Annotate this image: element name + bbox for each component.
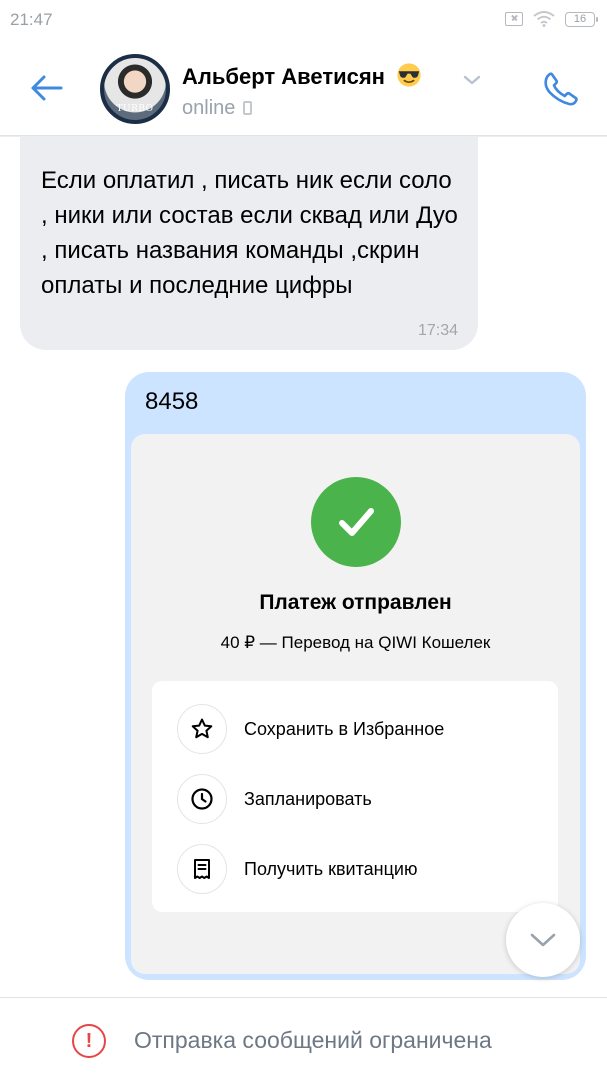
chat-header: TURBO Альберт Аветисян online: [0, 40, 607, 136]
action-label: Получить квитанцию: [244, 858, 418, 879]
back-button[interactable]: [24, 66, 68, 110]
contact-name[interactable]: Альберт Аветисян: [182, 62, 423, 90]
schedule-action: Запланировать: [152, 769, 558, 829]
restricted-notice: Отправка сообщений ограничена: [134, 1027, 492, 1053]
arrow-left-icon: [31, 75, 63, 101]
chat-history[interactable]: Если оплатил , писать ник если соло , ни…: [0, 137, 607, 997]
contact-name-text: Альберт Аветисян: [182, 64, 385, 89]
message-time: 17:34: [417, 322, 458, 339]
action-label: Запланировать: [244, 788, 372, 809]
no-sim-icon: [505, 12, 523, 26]
receipt-icon: [177, 844, 227, 894]
outgoing-message[interactable]: 8458 Платеж отправлен 40 ₽ — Перевод на …: [125, 372, 586, 980]
status-time: 21:47: [10, 10, 53, 29]
chevron-down-icon[interactable]: [462, 74, 482, 86]
status-bar: 21:47 16: [0, 0, 607, 40]
chevron-down-icon: [530, 933, 556, 947]
star-icon: [177, 704, 227, 754]
incoming-message[interactable]: Если оплатил , писать ник если соло , ни…: [20, 137, 478, 350]
messaging-restricted-bar: ! Отправка сообщений ограничена: [0, 997, 607, 1080]
checkmark-icon: [339, 508, 374, 536]
wifi-icon: [533, 11, 555, 27]
outgoing-message-text: 8458: [145, 388, 199, 415]
avatar[interactable]: TURBO: [100, 54, 170, 124]
payment-actions: Сохранить в Избранное Запланировать Полу…: [152, 681, 558, 912]
incoming-message-text: Если оплатил , писать ник если соло , ни…: [41, 167, 458, 299]
phone-icon: [544, 72, 578, 106]
action-label: Сохранить в Избранное: [244, 718, 445, 739]
mobile-online-icon: [243, 101, 253, 115]
save-to-favorites-action: Сохранить в Избранное: [152, 699, 558, 759]
clock-icon: [177, 774, 227, 824]
get-receipt-action: Получить квитанцию: [152, 839, 558, 899]
success-checkmark-icon: [311, 477, 401, 567]
call-button[interactable]: [536, 64, 586, 114]
battery-icon: 16: [565, 11, 598, 27]
contact-status-text: online: [182, 97, 236, 119]
avatar-caption: TURBO: [116, 104, 154, 114]
sunglasses-emoji-icon: [397, 63, 421, 87]
status-icons: 16: [505, 11, 598, 27]
scroll-down-button[interactable]: [506, 903, 580, 977]
payment-screenshot[interactable]: Платеж отправлен 40 ₽ — Перевод на QIWI …: [131, 434, 580, 974]
contact-status: online: [182, 97, 253, 120]
exclamation-icon: !: [72, 1024, 106, 1058]
payment-title: Платеж отправлен: [259, 591, 452, 614]
payment-subtitle: 40 ₽ — Перевод на QIWI Кошелек: [220, 633, 491, 652]
battery-level: 16: [573, 13, 587, 25]
